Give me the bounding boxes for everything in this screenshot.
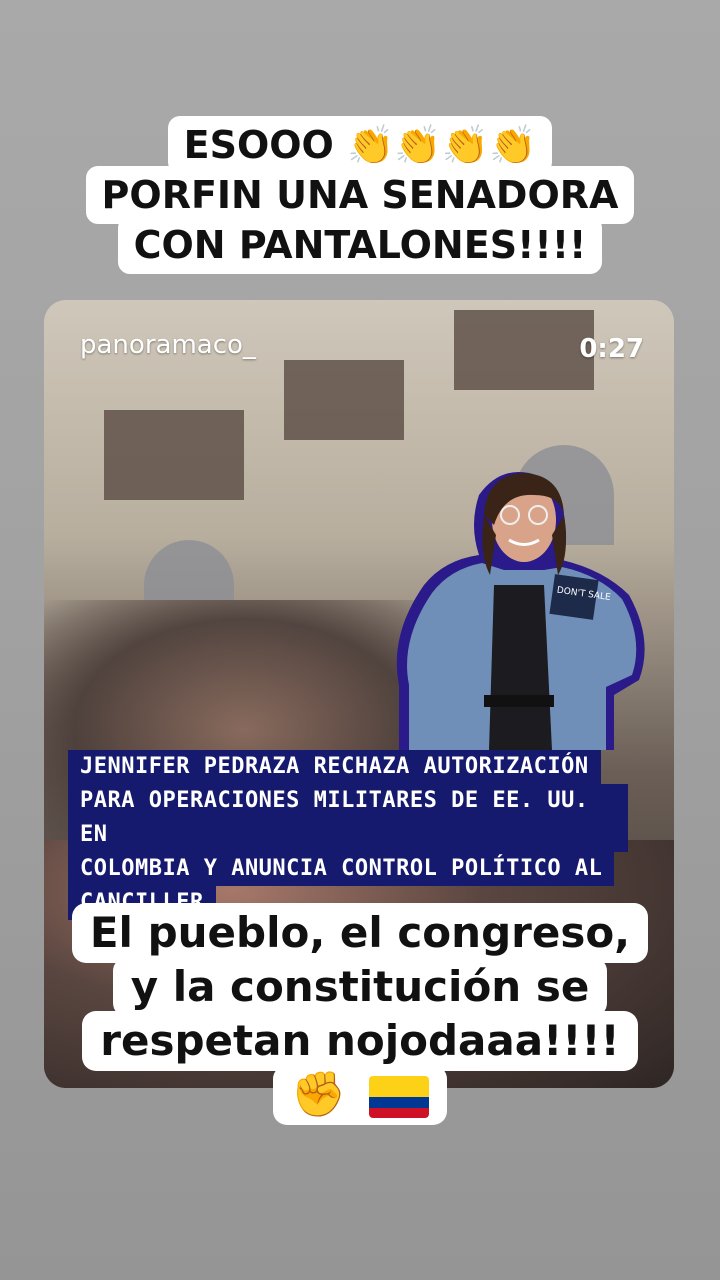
belt <box>484 695 554 707</box>
senator-cutout: DON'T SALE <box>396 471 645 750</box>
colombia-flag-icon <box>369 1076 430 1118</box>
background-balcony <box>454 310 594 390</box>
video-timer: 0:27 <box>579 334 644 364</box>
headline-line-2: PARA OPERACIONES MILITARES DE EE. UU. EN <box>68 784 628 852</box>
top-caption: ESOOO 👏👏👏👏 PORFIN UNA SENADORA CON PANTA… <box>0 116 720 274</box>
raised-fist-icon: ✊ <box>290 1069 346 1120</box>
caption-line-4: El pueblo, el congreso, <box>71 903 649 963</box>
headline-line-1: JENNIFER PEDRAZA RECHAZA AUTORIZACIÓN <box>68 750 601 784</box>
bottom-caption: El pueblo, el congreso, y la constitució… <box>0 903 720 1125</box>
headline-line-3: COLOMBIA Y ANUNCIA CONTROL POLÍTICO AL <box>68 852 615 886</box>
background-arch <box>144 540 234 600</box>
background-balcony <box>284 360 404 440</box>
background-balcony <box>104 410 244 500</box>
post-username[interactable]: panoramaco_ <box>80 330 256 360</box>
caption-line-5: y la constitución se <box>112 957 608 1017</box>
caption-emoji-line: ✊ <box>272 1065 448 1125</box>
caption-line-3: CON PANTALONES!!!! <box>117 216 603 274</box>
news-headline: JENNIFER PEDRAZA RECHAZA AUTORIZACIÓN PA… <box>68 750 628 920</box>
caption-line-6: respetan nojodaaa!!!! <box>82 1011 638 1071</box>
